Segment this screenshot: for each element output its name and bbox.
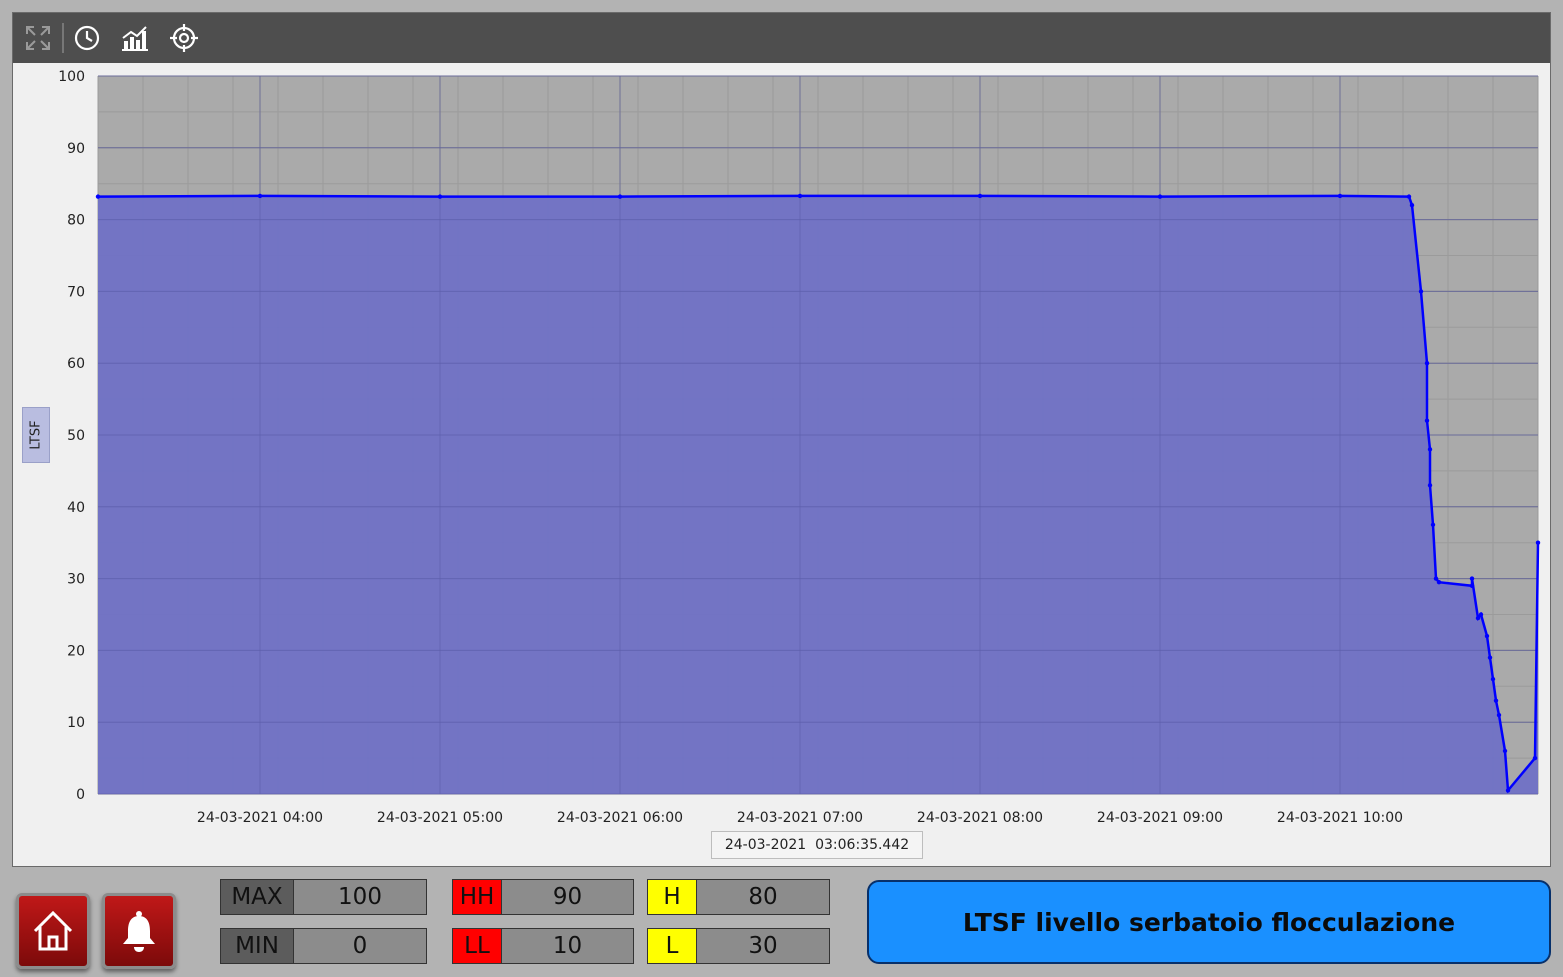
ll-value[interactable]: 10 <box>501 928 634 964</box>
series-point <box>1484 633 1490 639</box>
series-point <box>1418 289 1424 294</box>
y-tick-label: 60 <box>67 356 85 372</box>
y-tick-label: 50 <box>67 428 85 444</box>
clock-icon[interactable] <box>70 21 104 55</box>
l-value[interactable]: 30 <box>696 928 830 964</box>
series-point <box>617 194 623 199</box>
x-tick-label: 24-03-2021 04:00 <box>197 810 323 826</box>
toolbar-separator <box>62 23 64 53</box>
series-point <box>1493 698 1499 703</box>
series-point <box>1469 576 1475 581</box>
x-tick-label: 24-03-2021 06:00 <box>557 810 683 826</box>
series-point <box>1535 540 1541 545</box>
series-area <box>98 195 1538 794</box>
series-point <box>1406 194 1412 199</box>
series-point <box>1157 194 1163 199</box>
max-value[interactable]: 100 <box>293 879 427 915</box>
series-point <box>977 193 983 199</box>
series-point <box>95 194 101 199</box>
trend-window: 0 10 20 30 40 50 60 70 80 90 100 24-03-2021 04:00 24… <box>12 12 1551 867</box>
series-point <box>1430 522 1436 527</box>
ll-label: LL <box>452 928 502 964</box>
y-tick-label: 40 <box>67 500 85 516</box>
trend-chart[interactable]: 0 10 20 30 40 50 60 70 80 90 100 24-03-2021 04:00 24… <box>13 63 1550 866</box>
chart-svg[interactable]: 0 10 20 30 40 50 60 70 80 90 100 24-03-2021 04:00 24… <box>13 63 1550 866</box>
y-axis-label: LTSF <box>28 420 44 450</box>
series-point <box>1532 755 1538 761</box>
series-point <box>1424 418 1430 423</box>
h-label: H <box>647 879 697 915</box>
x-tick-label: 24-03-2021 05:00 <box>377 810 503 826</box>
series-point <box>1469 583 1475 588</box>
series-point <box>1487 655 1493 660</box>
y-tick-label: 80 <box>67 213 85 229</box>
hh-label: HH <box>452 879 502 915</box>
y-tick-label: 10 <box>67 715 85 731</box>
y-axis-label-box: LTSF <box>22 407 50 463</box>
crosshair-icon[interactable] <box>167 21 201 55</box>
min-label: MIN <box>220 928 294 964</box>
series-point <box>1475 615 1481 621</box>
series-point <box>1496 712 1502 718</box>
y-tick-label: 70 <box>67 284 85 300</box>
series-point <box>257 193 263 199</box>
bell-icon <box>123 911 155 952</box>
y-tick-label: 20 <box>67 643 85 659</box>
y-tick-label: 100 <box>58 69 85 85</box>
y-tick-label: 0 <box>76 787 85 803</box>
x-tick-label: 24-03-2021 08:00 <box>917 810 1043 826</box>
x-tick-label: 24-03-2021 10:00 <box>1277 810 1403 826</box>
l-label: L <box>647 928 697 964</box>
expand-icon[interactable] <box>21 21 55 55</box>
series-point <box>797 193 803 199</box>
y-tick-label: 90 <box>67 141 85 157</box>
x-tick-label: 24-03-2021 07:00 <box>737 810 863 826</box>
series-point <box>1502 748 1508 754</box>
series-point <box>437 194 443 199</box>
alarm-button[interactable] <box>102 893 176 969</box>
max-label: MAX <box>220 879 294 915</box>
hh-value[interactable]: 90 <box>501 879 634 915</box>
x-tick-label: 24-03-2021 09:00 <box>1097 810 1223 826</box>
series-point <box>1427 483 1433 488</box>
trend-chart-icon[interactable] <box>118 21 152 55</box>
home-icon <box>33 910 73 951</box>
series-point <box>1478 612 1484 617</box>
series-point <box>1427 447 1433 452</box>
cursor-timestamp: 24-03-2021 03:06:35.442 <box>711 831 923 859</box>
series-point <box>1436 579 1442 585</box>
y-tick-label: 30 <box>67 572 85 588</box>
series-point <box>1424 361 1430 366</box>
h-value[interactable]: 80 <box>696 879 830 915</box>
tag-title-button[interactable]: LTSF livello serbatoio flocculazione <box>867 880 1551 964</box>
series-point <box>1409 203 1415 208</box>
series-point <box>1337 193 1343 199</box>
series-point <box>1433 576 1439 581</box>
series-point <box>1490 676 1496 682</box>
home-button[interactable] <box>16 893 90 969</box>
series-point <box>1505 788 1511 793</box>
min-value[interactable]: 0 <box>293 928 427 964</box>
chart-toolbar <box>13 13 1550 63</box>
